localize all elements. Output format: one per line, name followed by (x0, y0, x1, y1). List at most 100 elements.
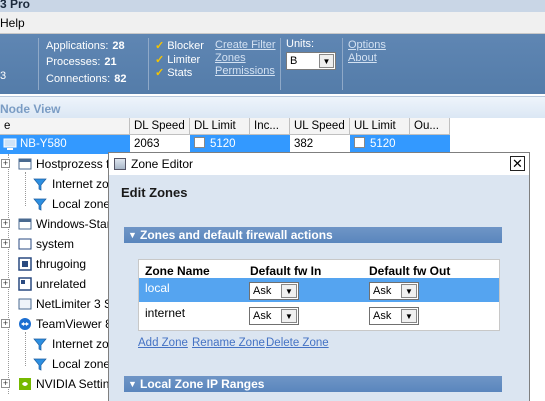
about-link[interactable]: About (348, 52, 377, 64)
col-dl-limit[interactable]: DL Limit (190, 118, 250, 135)
divider (148, 38, 149, 90)
expand-icon[interactable]: + (1, 219, 10, 228)
tree-item-windows-start[interactable]: + Windows-Star (0, 214, 108, 234)
section-local-zone-ip-ranges[interactable]: ▼ Local Zone IP Ranges (124, 376, 502, 392)
table-row[interactable]: internet Ask ▼ Ask ▼ (139, 303, 499, 327)
dialog-titlebar[interactable]: Zone Editor ✕ (109, 153, 529, 175)
col-incoming[interactable]: Inc... (250, 118, 290, 135)
teamviewer-icon (19, 318, 31, 330)
tree-item-unrelated[interactable]: + unrelated (0, 274, 108, 294)
toggle-blocker[interactable]: ✓ Blocker (155, 39, 204, 52)
node-view-title: Node View (0, 102, 61, 116)
fw-in-select[interactable]: Ask ▼ (249, 307, 299, 325)
processes-label: Processes: (46, 56, 101, 68)
tree-item-label: Hostprozess fi (36, 157, 108, 171)
applications-value: 28 (112, 40, 125, 52)
connections-label: Connections: (46, 73, 111, 85)
chevron-down-icon: ▼ (281, 309, 297, 323)
fw-out-select[interactable]: Ask ▼ (369, 282, 419, 300)
applications-label: Applications: (46, 40, 109, 52)
toggle-limiter[interactable]: ✓ Limiter (155, 53, 200, 66)
app-window-icon (18, 298, 32, 310)
unrelated-icon (18, 277, 32, 291)
tree-item-local-zone[interactable]: Local zone (0, 354, 108, 374)
fw-out-value: Ask (373, 310, 392, 322)
expand-icon[interactable]: + (1, 319, 10, 328)
app-window-icon (18, 158, 32, 170)
chevron-down-icon: ▼ (281, 284, 297, 298)
toggle-stats-label: Stats (167, 67, 193, 79)
section-title: Local Zone IP Ranges (140, 377, 265, 391)
expand-icon[interactable]: + (1, 159, 10, 168)
dialog-title: Zone Editor (131, 157, 194, 171)
table-row[interactable]: local Ask ▼ Ask ▼ (139, 278, 499, 302)
processes-value: 21 (104, 56, 117, 68)
tree-item-label: thrugoing (36, 257, 87, 271)
tree-item-label: NVIDIA Settin (36, 377, 108, 391)
toggle-limiter-label: Limiter (167, 54, 201, 66)
stats-panel: 3 Applications: 28 Processes: 21 Connectio… (0, 34, 545, 94)
col-name[interactable]: e (0, 118, 130, 135)
tree-item-label: NetLimiter 3 S (36, 297, 108, 311)
menubar: Help (0, 12, 545, 34)
dl-limit-checkbox[interactable] (194, 137, 205, 148)
rename-zone-link[interactable]: Rename Zone (192, 337, 265, 349)
tree-item-label: Local zone (52, 357, 108, 371)
units-value: B (290, 55, 298, 67)
col-ul-speed[interactable]: UL Speed (290, 118, 350, 135)
fw-out-select[interactable]: Ask ▼ (369, 307, 419, 325)
tree-item-hostprozess[interactable]: + Hostprozess fi (0, 154, 108, 174)
dl-limit-value: 5120 (210, 138, 236, 150)
tree-item-nvidia[interactable]: + NVIDIA Settin (0, 374, 108, 394)
tree-item-internet-zone[interactable]: Internet zo (0, 334, 108, 354)
tree-item-netlimiter[interactable]: NetLimiter 3 S (0, 294, 108, 314)
app-window-icon (18, 218, 32, 230)
app-titlebar: 3 Pro (0, 0, 545, 12)
connections-value: 82 (114, 73, 127, 85)
tree-item-label: system (36, 237, 75, 251)
ul-limit-checkbox[interactable] (354, 137, 365, 148)
tree-item-system[interactable]: + system (0, 234, 108, 254)
zone-name-header: Zone Name (145, 264, 210, 278)
zone-editor-dialog: Zone Editor ✕ Edit Zones ▼ Zones and def… (108, 152, 530, 401)
add-zone-link[interactable]: Add Zone (138, 337, 188, 349)
delete-zone-link[interactable]: Delete Zone (266, 337, 329, 349)
tree-item-local-zone[interactable]: Local zone (0, 194, 108, 214)
expand-icon[interactable]: + (1, 239, 10, 248)
units-select[interactable]: B ▼ (286, 52, 336, 70)
processes-stat: Processes: 21 (46, 56, 117, 68)
options-link[interactable]: Options (348, 39, 386, 51)
tree-item-teamviewer[interactable]: + TeamViewer 8 (0, 314, 108, 334)
section-title: Zones and default firewall actions (140, 228, 333, 242)
col-outgoing[interactable]: Ou... (410, 118, 450, 135)
expand-icon[interactable]: + (1, 279, 10, 288)
section-zones-default-actions[interactable]: ▼ Zones and default firewall actions (124, 227, 502, 243)
menu-help[interactable]: Help (0, 16, 25, 30)
collapse-arrow-icon: ▼ (128, 379, 137, 389)
background-area (530, 152, 545, 401)
zones-link[interactable]: Zones (215, 52, 246, 64)
units-label: Units: (286, 38, 315, 50)
grid-header: e DL Speed DL Limit Inc... UL Speed UL L… (0, 118, 450, 135)
fw-in-value: Ask (253, 310, 272, 322)
tree-item-label: Internet zo (52, 177, 108, 191)
tree-item-label: Local zone (52, 197, 108, 211)
toggle-blocker-label: Blocker (167, 40, 204, 52)
expand-icon[interactable]: + (1, 379, 10, 388)
computer-icon (3, 138, 17, 150)
col-ul-limit[interactable]: UL Limit (350, 118, 410, 135)
close-button[interactable]: ✕ (510, 156, 525, 171)
tree-item-thrugoing[interactable]: thrugoing (0, 254, 108, 274)
permissions-link[interactable]: Permissions (215, 65, 275, 77)
app-icon (114, 158, 126, 170)
applications-stat: Applications: 28 (46, 40, 125, 52)
chevron-down-icon: ▼ (319, 54, 334, 68)
ul-limit-value: 5120 (370, 138, 396, 150)
fw-in-select[interactable]: Ask ▼ (249, 282, 299, 300)
col-dl-speed[interactable]: DL Speed (130, 118, 190, 135)
tree-item-internet-zone[interactable]: Internet zo (0, 174, 108, 194)
create-filter-link[interactable]: Create Filter (215, 39, 276, 51)
chevron-down-icon: ▼ (401, 284, 417, 298)
checkmark-icon: ✓ (155, 40, 165, 52)
toggle-stats[interactable]: ✓ Stats (155, 66, 192, 79)
